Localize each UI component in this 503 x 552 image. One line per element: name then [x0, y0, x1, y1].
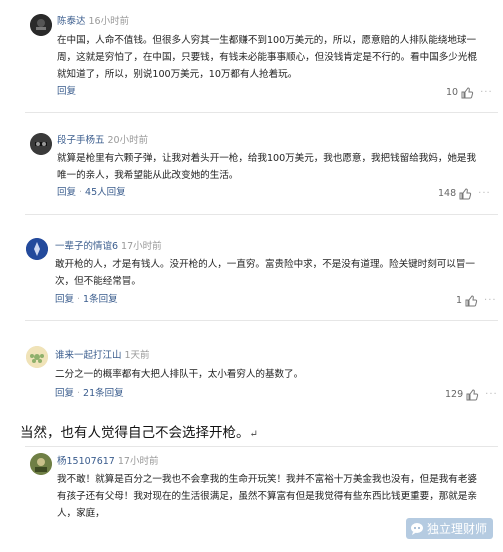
reply-button[interactable]: 回复: [55, 388, 74, 399]
separator: ·: [77, 294, 81, 305]
username[interactable]: 陈泰达: [57, 16, 86, 27]
username[interactable]: 杨15107617: [57, 456, 115, 467]
comment-meta: 段子手杨五 20小时前: [57, 135, 148, 147]
like-area: 129 ···: [445, 388, 498, 402]
comment-text: 二分之一的概率都有大把人排队干，太小看穷人的基数了。: [55, 366, 303, 383]
avatar[interactable]: [26, 238, 48, 260]
comment-actions: 回复 · 21条回复: [55, 388, 124, 400]
like-count: 148: [438, 188, 457, 199]
article-paragraph: 当然，也有人觉得自己不会选择开枪。↵: [20, 421, 258, 441]
comment-line: 在中国，人命不值钱。但很多人穷其一生都赚不到100万美元的，所以，愿意赔的人排队…: [57, 35, 476, 46]
thumbs-up-icon[interactable]: [460, 86, 474, 100]
comment-line: 就算是枪里有六颗子弹，让我对着头开一枪，给我100万美元，我也愿意，我把钱留给我…: [57, 153, 476, 164]
thumbs-up-icon[interactable]: [458, 187, 472, 201]
timestamp: 20小时前: [107, 135, 149, 146]
avatar[interactable]: [30, 133, 52, 155]
comment-meta: 一辈子的情谊6 17小时前: [55, 241, 162, 253]
avatar[interactable]: [30, 453, 52, 475]
timestamp: 17小时前: [121, 241, 162, 252]
comment-line: 唯一的亲人，我希望能从此改变她的生活。: [57, 170, 239, 181]
comment-line: 有孩子还有父母！我对现在的生活很满足，虽然不算富有但是我觉得有些东西比钱更重要，…: [57, 491, 477, 502]
replies-link[interactable]: 1条回复: [83, 294, 118, 305]
watermark: 独立理财师: [405, 518, 493, 539]
divider: [25, 112, 498, 113]
comment-actions: 回复 · 1条回复: [55, 294, 118, 306]
comment-actions: 回复 · 45人回复: [57, 187, 126, 199]
article-text: 当然，也有人觉得自己不会选择开枪。: [20, 425, 250, 441]
comment-text: 我不敢！就算是百分之一我也不会拿我的生命开玩笑！我并不富裕十万美金我也没有，但是…: [57, 471, 477, 522]
watermark-text: 独立理财师: [426, 522, 487, 536]
like-area: 1 ···: [456, 294, 497, 308]
comment-line: 次，但不能经常冒。: [55, 276, 141, 287]
reply-button[interactable]: 回复: [55, 294, 74, 305]
comment-line: 我不敢！就算是百分之一我也不会拿我的生命开玩笑！我并不富裕十万美金我也没有，但是…: [57, 474, 477, 485]
comment-meta: 杨15107617 17小时前: [57, 456, 158, 468]
separator: ·: [77, 388, 81, 399]
thumbs-up-icon[interactable]: [465, 388, 479, 402]
reply-button[interactable]: 回复: [57, 86, 76, 97]
more-icon[interactable]: ···: [478, 188, 491, 200]
comment-text: 就算是枪里有六颗子弹，让我对着头开一枪，给我100万美元，我也愿意，我把钱留给我…: [57, 150, 476, 184]
comment-line: 敢开枪的人，才是有钱人。没开枪的人，一直穷。富贵险中求，不是没有道理。险关键时刻…: [55, 259, 475, 270]
like-count: 129: [445, 389, 464, 400]
more-icon[interactable]: ···: [484, 295, 497, 307]
timestamp: 17小时前: [117, 456, 159, 467]
replies-link[interactable]: 21条回复: [83, 388, 124, 399]
more-icon[interactable]: ···: [480, 87, 493, 99]
username[interactable]: 谁来一起打江山: [55, 350, 122, 361]
divider: [25, 446, 498, 447]
divider: [25, 214, 498, 215]
replies-link[interactable]: 45人回复: [85, 187, 126, 198]
comment-line: 就知道了，所以，别说100万美元，10万都有人抢着玩。: [57, 69, 298, 80]
comment-text: 在中国，人命不值钱。但很多人穷其一生都赚不到100万美元的，所以，愿意赔的人排队…: [57, 32, 477, 83]
like-area: 148 ···: [438, 187, 491, 201]
thumbs-up-icon[interactable]: [464, 294, 478, 308]
comment-line: 二分之一的概率都有大把人排队干，太小看穷人的基数了。: [55, 369, 304, 380]
comment-meta: 陈泰达 16小时前: [57, 16, 129, 28]
username[interactable]: 段子手杨五: [57, 135, 105, 146]
like-count: 10: [446, 87, 459, 98]
chat-bubble-icon: [410, 522, 423, 535]
comment-line: 周，这就是穷怕了，在中国，只要钱，有钱未必能事事顺心，但没钱肯定是不行的。看中国…: [57, 52, 477, 63]
divider: [25, 320, 498, 321]
username[interactable]: 一辈子的情谊6: [55, 241, 118, 252]
comment-actions: 回复: [57, 86, 76, 98]
paragraph-mark: ↵: [249, 429, 258, 440]
timestamp: 1天前: [124, 350, 150, 361]
comment-meta: 谁来一起打江山 1天前: [55, 350, 150, 362]
comment-text: 敢开枪的人，才是有钱人。没开枪的人，一直穷。富贵险中求，不是没有道理。险关键时刻…: [55, 256, 475, 290]
like-area: 10 ···: [446, 86, 493, 100]
more-icon[interactable]: ···: [485, 389, 498, 401]
timestamp: 16小时前: [88, 16, 130, 27]
avatar[interactable]: [26, 346, 48, 368]
reply-button[interactable]: 回复: [57, 187, 76, 198]
like-count: 1: [456, 295, 463, 306]
separator: ·: [79, 187, 83, 198]
avatar[interactable]: [30, 14, 52, 36]
